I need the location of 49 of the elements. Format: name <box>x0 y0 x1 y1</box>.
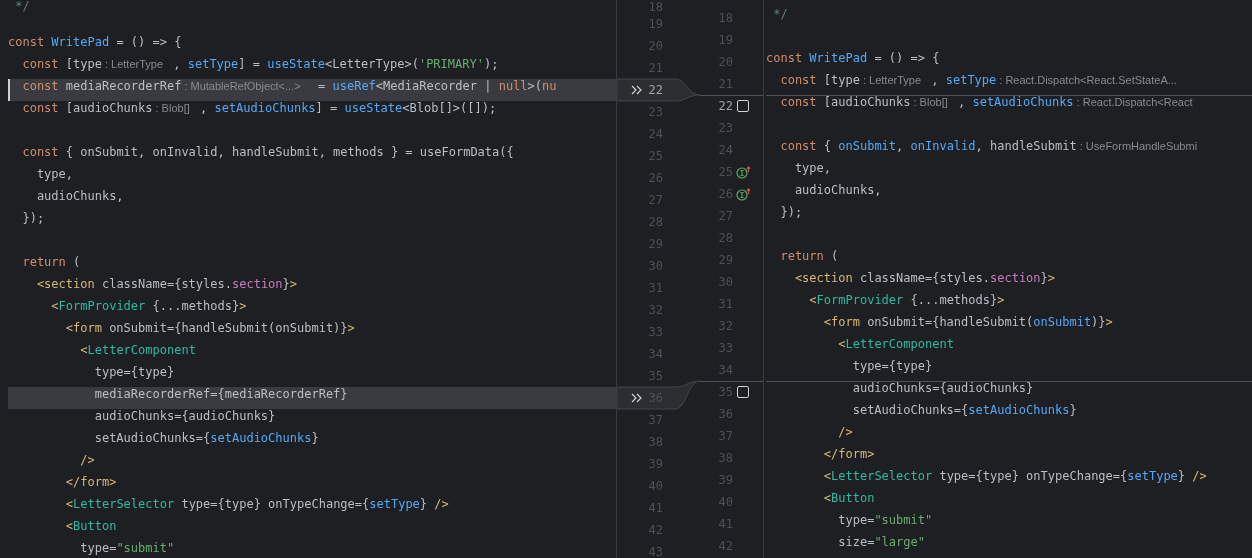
code-line: <LetterComponent <box>79 343 197 359</box>
code-line: <Button <box>64 519 118 535</box>
code-line: setAudioChunks={setAudioChunks} <box>93 431 320 447</box>
code-line: const { onSubmit, onInvalid, handleSubmit : UseFormHandleSubmi <box>779 139 1199 155</box>
code-line: type={type} <box>93 365 176 381</box>
line-number: 22 <box>647 83 663 97</box>
code-line: const [type : LetterType , setType : React.Dispatch<React.SetStateA... <box>779 73 1178 89</box>
code-line: audioChunks={audioChunks} <box>93 409 277 425</box>
code-line: <FormProvider {...methods}> <box>808 293 1006 309</box>
code-line: }); <box>779 205 804 221</box>
code-line: const WritePad = () => { <box>766 51 941 67</box>
code-line: <LetterComponent <box>837 337 955 353</box>
code-line: type="submit" <box>79 541 176 557</box>
code-line: const [audioChunks : Blob[] , setAudioChunks] = useState<Blob[]>([]); <box>21 101 498 117</box>
code-line: </form> <box>64 475 118 491</box>
code-line: <FormProvider {...methods}> <box>50 299 248 315</box>
code-line: return ( <box>779 249 840 265</box>
code-line: size="large" <box>837 535 926 551</box>
code-line: <Button <box>822 491 876 507</box>
code-line: <LetterSelector type={type} onTypeChange={setType} /> <box>822 469 1208 485</box>
code-line: <form onSubmit={handleSubmit(onSubmit)}> <box>822 315 1114 331</box>
code-line: /> <box>79 453 96 469</box>
checkbox[interactable] <box>737 386 749 398</box>
code-line: }); <box>21 211 46 227</box>
code-line: return ( <box>21 255 82 271</box>
code-line: <form onSubmit={handleSubmit(onSubmit)}> <box>64 321 356 337</box>
code-line: */ <box>14 0 31 13</box>
code-line: type, <box>793 161 833 177</box>
code-line: </form> <box>822 447 876 463</box>
code-line: const WritePad = () => { <box>8 35 183 51</box>
code-line: /> <box>837 425 854 441</box>
code-line: setAudioChunks={setAudioChunks} <box>851 403 1078 419</box>
code-line: type={type} <box>851 359 934 375</box>
code-line: audioChunks, <box>793 183 883 199</box>
code-line: type="submit" <box>837 513 934 529</box>
double-chevron-icon[interactable] <box>631 85 642 95</box>
code-line: const [audioChunks : Blob[] , setAudioChunks : React.Dispatch<React <box>766 95 1252 117</box>
checkbox[interactable] <box>737 100 749 112</box>
code-line: type, <box>35 167 75 183</box>
code-line: const { onSubmit, onInvalid, handleSubmit, methods } = useFormData({ <box>21 145 515 161</box>
code-line: <section className={styles.section}> <box>35 277 299 293</box>
code-line: */ <box>772 7 789 23</box>
line-number: 22 <box>717 99 733 113</box>
code-line: audioChunks, <box>35 189 125 205</box>
code-line: audioChunks={audioChunks} <box>766 381 1252 403</box>
code-line: <LetterSelector type={type} onTypeChange={setType} /> <box>64 497 450 513</box>
code-line: const [type : LetterType , setType] = useState<LetterType>('PRIMARY'); <box>21 57 500 73</box>
double-chevron-icon[interactable] <box>631 393 642 403</box>
code-line: <section className={styles.section}> <box>793 271 1057 287</box>
